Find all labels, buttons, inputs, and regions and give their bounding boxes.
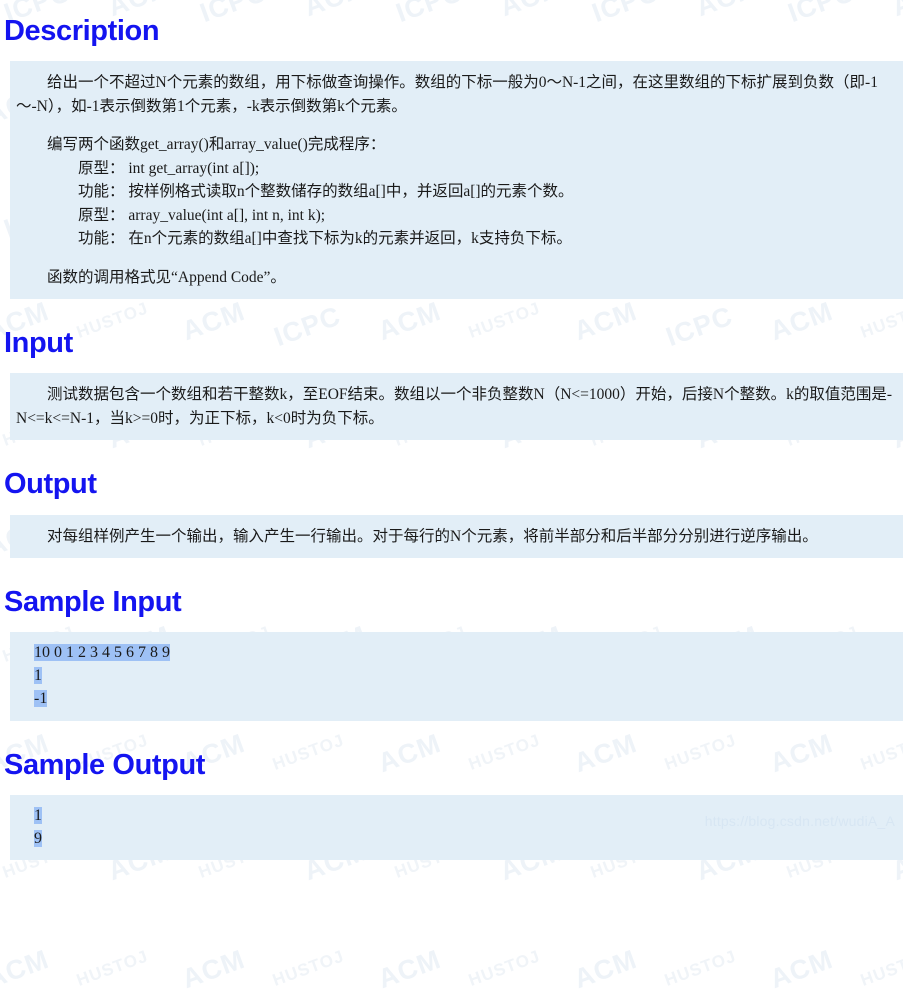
description-append-code-note: 函数的调用格式见“Append Code”。 bbox=[47, 268, 286, 286]
watermark-text: HUSTOJ bbox=[74, 946, 151, 990]
spacer-line bbox=[16, 118, 897, 133]
watermark-text: HUSTOJ bbox=[662, 946, 739, 990]
watermark-text: ACM bbox=[570, 943, 641, 995]
description-prototype-1: 原型： int get_array(int a[]); bbox=[78, 159, 260, 177]
sample-output-line: 1 bbox=[34, 806, 42, 824]
sample-input-line: 1 bbox=[34, 667, 42, 685]
page-title-sample-output: Sample Output bbox=[4, 748, 206, 781]
source-url-watermark: https://blog.csdn.net/wudiA_A bbox=[704, 813, 895, 829]
description-feature-2: 功能： 在n个元素的数组a[]中查找下标为k的元素并返回，k支持负下标。 bbox=[78, 230, 572, 248]
description-panel: 给出一个不超过N个元素的数组，用下标做查询操作。数组的下标一般为0～N-1之间，… bbox=[10, 61, 903, 300]
description-feature-1: 功能： 按样例格式读取n个整数储存的数组a[]中，并返回a[]的元素个数。 bbox=[78, 183, 574, 201]
sample-input-text[interactable]: 10 0 1 2 3 4 5 6 7 8 9 1 -1 bbox=[16, 642, 897, 710]
output-paragraph-1: 对每组样例产生一个输出，输入产生一行输出。对于每行的N个元素，将前半部分和后半部… bbox=[47, 527, 818, 545]
watermark-text: ACM bbox=[0, 943, 53, 995]
page-title-output: Output bbox=[4, 468, 97, 501]
sample-input-line: -1 bbox=[34, 689, 48, 707]
sample-input-line: 10 0 1 2 3 4 5 6 7 8 9 bbox=[34, 644, 170, 662]
watermark-text: ACM bbox=[766, 943, 837, 995]
input-panel: 测试数据包含一个数组和若干整数k，至EOF结束。数组以一个非负整数N（N<=10… bbox=[10, 373, 903, 441]
sample-output-line: 9 bbox=[34, 829, 42, 847]
description-paragraph-1: 给出一个不超过N个元素的数组，用下标做查询操作。数组的下标一般为0～N-1之间，… bbox=[16, 74, 878, 115]
page-title-input: Input bbox=[4, 327, 73, 360]
spacer-line bbox=[16, 251, 897, 266]
description-paragraph-2: 编写两个函数get_array()和array_value()完成程序： bbox=[47, 136, 386, 154]
output-panel: 对每组样例产生一个输出，输入产生一行输出。对于每行的N个元素，将前半部分和后半部… bbox=[10, 514, 903, 559]
watermark-text: HUSTOJ bbox=[466, 946, 543, 990]
watermark-text: ACM bbox=[178, 943, 249, 995]
problem-page: Description 给出一个不超过N个元素的数组，用下标做查询操作。数组的下… bbox=[0, 0, 903, 861]
description-prototype-2: 原型： array_value(int a[], int n, int k); bbox=[78, 206, 326, 224]
page-title-description: Description bbox=[4, 15, 160, 47]
page-title-sample-input: Sample Input bbox=[4, 586, 182, 619]
sample-input-panel[interactable]: 10 0 1 2 3 4 5 6 7 8 9 1 -1 bbox=[10, 632, 903, 721]
watermark-text: HUSTOJ bbox=[270, 946, 347, 990]
watermark-text: ACM bbox=[374, 943, 445, 995]
input-paragraph-1: 测试数据包含一个数组和若干整数k，至EOF结束。数组以一个非负整数N（N<=10… bbox=[16, 386, 893, 427]
watermark-text: HUSTOJ bbox=[858, 946, 903, 990]
